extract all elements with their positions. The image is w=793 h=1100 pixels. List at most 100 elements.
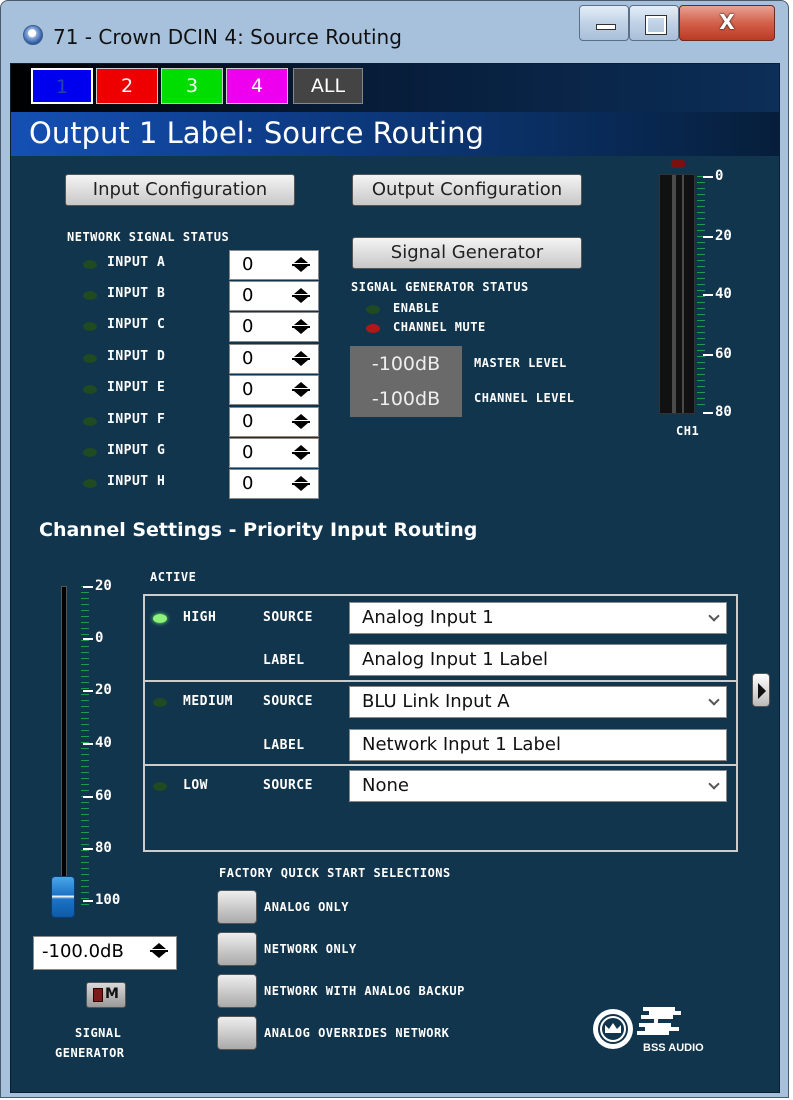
fader-thumb[interactable]	[51, 876, 75, 918]
mute-label: M	[105, 986, 119, 1002]
app-icon[interactable]	[23, 25, 43, 45]
title-bar[interactable]: 71 - Crown DCIN 4: Source Routing X	[1, 1, 788, 63]
active-label: ACTIVE	[150, 570, 197, 584]
close-icon: X	[719, 10, 735, 34]
input-e-label: INPUT E	[107, 380, 166, 395]
bss-audio-logo: BSS AUDIO	[593, 1007, 704, 1054]
analog-only-button[interactable]	[217, 890, 257, 924]
enable-label: ENABLE	[393, 301, 440, 315]
input-c-label: INPUT C	[107, 317, 166, 332]
client-area: 1 2 3 4 ALL Output 1 Label: Source Routi…	[10, 63, 780, 1093]
output-level-meter	[659, 174, 695, 414]
high-label-label: LABEL	[263, 653, 305, 668]
input-c-led	[83, 322, 97, 331]
low-source-label: SOURCE	[263, 778, 313, 793]
input-a-led	[83, 260, 97, 269]
medium-label-field[interactable]: Network Input 1 Label	[349, 729, 727, 761]
divider	[145, 680, 736, 682]
fader-tick: 0	[82, 630, 104, 646]
analog-overrides-network-button[interactable]	[217, 1016, 257, 1050]
chevron-down-icon	[708, 694, 720, 706]
input-h-value: 0	[242, 473, 254, 494]
mute-led	[93, 988, 103, 1002]
input-e-value: 0	[242, 379, 254, 400]
meter-tick-40: 40	[703, 286, 732, 302]
tab-channel-4[interactable]: 4	[226, 68, 288, 104]
input-d-value: 0	[242, 348, 254, 369]
header: 1 2 3 4 ALL Output 1 Label: Source Routi…	[11, 64, 779, 156]
medium-priority-label: MEDIUM	[183, 694, 233, 709]
low-source-select[interactable]: None	[349, 770, 727, 802]
input-g-value: 0	[242, 442, 254, 463]
fader-level-stepper[interactable]: -100.0dB	[33, 936, 177, 970]
meter-scale	[697, 176, 705, 410]
tab-channel-3[interactable]: 3	[161, 68, 223, 104]
master-level-value: -100dB	[350, 346, 462, 382]
input-e-stepper[interactable]: 0	[229, 375, 319, 405]
channel-level-value: -100dB	[350, 381, 462, 417]
enable-led	[366, 305, 380, 314]
tab-channel-1[interactable]: 1	[31, 68, 93, 104]
input-d-led	[83, 354, 97, 363]
signal-generator-button[interactable]: Signal Generator	[352, 237, 582, 269]
medium-source-label: SOURCE	[263, 694, 313, 709]
network-with-analog-backup-button[interactable]	[217, 974, 257, 1008]
input-b-label: INPUT B	[107, 286, 166, 301]
input-e-led	[83, 385, 97, 394]
input-g-stepper[interactable]: 0	[229, 438, 319, 468]
channel-mute-label: CHANNEL MUTE	[393, 320, 486, 334]
input-f-label: INPUT F	[107, 412, 166, 427]
high-label-value: Analog Input 1 Label	[362, 649, 548, 670]
page-title: Output 1 Label: Source Routing	[11, 112, 779, 156]
quick-start-title: FACTORY QUICK START SELECTIONS	[219, 866, 451, 880]
chevron-down-icon	[708, 610, 720, 622]
maximize-button[interactable]	[629, 5, 679, 41]
high-source-select[interactable]: Analog Input 1	[349, 602, 727, 634]
output-configuration-button[interactable]: Output Configuration	[352, 174, 582, 206]
meter-channel-label: CH1	[676, 424, 700, 438]
high-source-value: Analog Input 1	[362, 607, 494, 628]
input-b-stepper[interactable]: 0	[229, 281, 319, 311]
window-title: 71 - Crown DCIN 4: Source Routing	[53, 25, 402, 49]
medium-active-led	[153, 698, 167, 707]
mute-button[interactable]: M	[86, 982, 126, 1008]
input-b-value: 0	[242, 285, 254, 306]
input-f-led	[83, 417, 97, 426]
network-with-analog-backup-label: NETWORK WITH ANALOG BACKUP	[264, 984, 465, 998]
meter-tick-20: 20	[703, 228, 732, 244]
high-label-field[interactable]: Analog Input 1 Label	[349, 644, 727, 676]
medium-label-label: LABEL	[263, 738, 305, 753]
section-title: Channel Settings - Priority Input Routin…	[39, 519, 478, 541]
fader-tick: 40	[83, 735, 112, 751]
network-signal-status-title: NETWORK SIGNAL STATUS	[67, 230, 230, 244]
input-d-stepper[interactable]: 0	[229, 344, 319, 374]
close-button[interactable]: X	[679, 5, 775, 41]
fader-tick: 20	[83, 578, 112, 594]
medium-source-select[interactable]: BLU Link Input A	[349, 686, 727, 718]
clip-indicator	[671, 160, 685, 168]
master-level-label: MASTER LEVEL	[474, 356, 567, 370]
input-h-stepper[interactable]: 0	[229, 469, 319, 499]
network-only-button[interactable]	[217, 932, 257, 966]
priority-routing-panel: HIGH SOURCE Analog Input 1 LABEL Analog …	[143, 594, 738, 852]
meter-tick-0: 0	[702, 168, 724, 184]
input-h-label: INPUT H	[107, 474, 166, 489]
meter-tick-80: 80	[703, 404, 732, 420]
low-source-value: None	[362, 775, 409, 796]
input-f-value: 0	[242, 411, 254, 432]
input-a-label: INPUT A	[107, 255, 166, 270]
tab-channel-all[interactable]: ALL	[293, 68, 363, 104]
meter-tick-60: 60	[703, 346, 732, 362]
input-g-label: INPUT G	[107, 443, 166, 458]
input-b-led	[83, 291, 97, 300]
input-c-stepper[interactable]: 0	[229, 312, 319, 342]
expand-arrow-button[interactable]	[752, 673, 770, 707]
tab-channel-2[interactable]: 2	[96, 68, 158, 104]
fader-scale	[81, 586, 89, 906]
channel-mute-led	[366, 324, 380, 333]
input-a-stepper[interactable]: 0	[229, 250, 319, 280]
input-f-stepper[interactable]: 0	[229, 407, 319, 437]
input-configuration-button[interactable]: Input Configuration	[65, 174, 295, 206]
fader-track[interactable]	[61, 586, 67, 914]
minimize-button[interactable]	[579, 5, 629, 41]
